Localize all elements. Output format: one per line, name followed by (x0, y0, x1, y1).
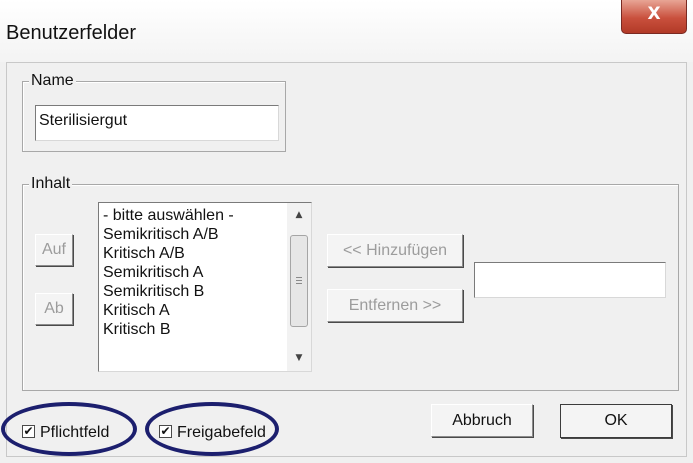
highlight-ellipse (145, 402, 279, 456)
dialog-body: Name Sterilisiergut Inhalt Auf Ab - bitt… (1, 62, 687, 457)
listbox-items: - bitte auswählen - Semikritisch A/B Kri… (103, 206, 234, 339)
list-item[interactable]: Kritisch A (103, 301, 234, 320)
list-item[interactable]: Kritisch B (103, 320, 234, 339)
ok-button[interactable]: OK (560, 404, 672, 438)
remove-button[interactable]: Entfernen >> (327, 289, 463, 322)
name-group-label: Name (29, 71, 76, 91)
list-item[interactable]: Kritisch A/B (103, 244, 234, 263)
grip-line (296, 277, 302, 278)
scroll-down-icon[interactable]: ▼ (287, 353, 311, 363)
listbox-scrollbar[interactable]: ▲ ▼ (287, 203, 311, 371)
content-listbox[interactable]: - bitte auswählen - Semikritisch A/B Kri… (98, 202, 312, 372)
scrollbar-thumb[interactable] (290, 235, 308, 327)
grip-line (296, 280, 302, 281)
title-bar: Benutzerfelder X (0, 0, 693, 62)
move-up-button[interactable]: Auf (35, 234, 73, 266)
list-item[interactable]: Semikritisch B (103, 282, 234, 301)
list-item[interactable]: Semikritisch A/B (103, 225, 234, 244)
list-item[interactable]: Semikritisch A (103, 263, 234, 282)
inhalt-group-label: Inhalt (29, 174, 73, 194)
list-item[interactable]: - bitte auswählen - (103, 206, 234, 225)
move-down-button[interactable]: Ab (35, 293, 73, 325)
close-button[interactable]: X (621, 0, 687, 34)
name-field[interactable]: Sterilisiergut (35, 105, 279, 141)
add-button[interactable]: << Hinzufügen (327, 234, 463, 267)
new-entry-field[interactable] (474, 262, 666, 298)
close-icon: X (647, 4, 661, 24)
dialog-window: Benutzerfelder X Name Sterilisiergut Inh… (0, 0, 693, 463)
grip-line (296, 283, 302, 284)
highlight-ellipse (1, 402, 137, 456)
scroll-up-icon[interactable]: ▲ (287, 210, 311, 220)
cancel-button[interactable]: Abbruch (431, 404, 533, 437)
window-title: Benutzerfelder (6, 22, 137, 44)
